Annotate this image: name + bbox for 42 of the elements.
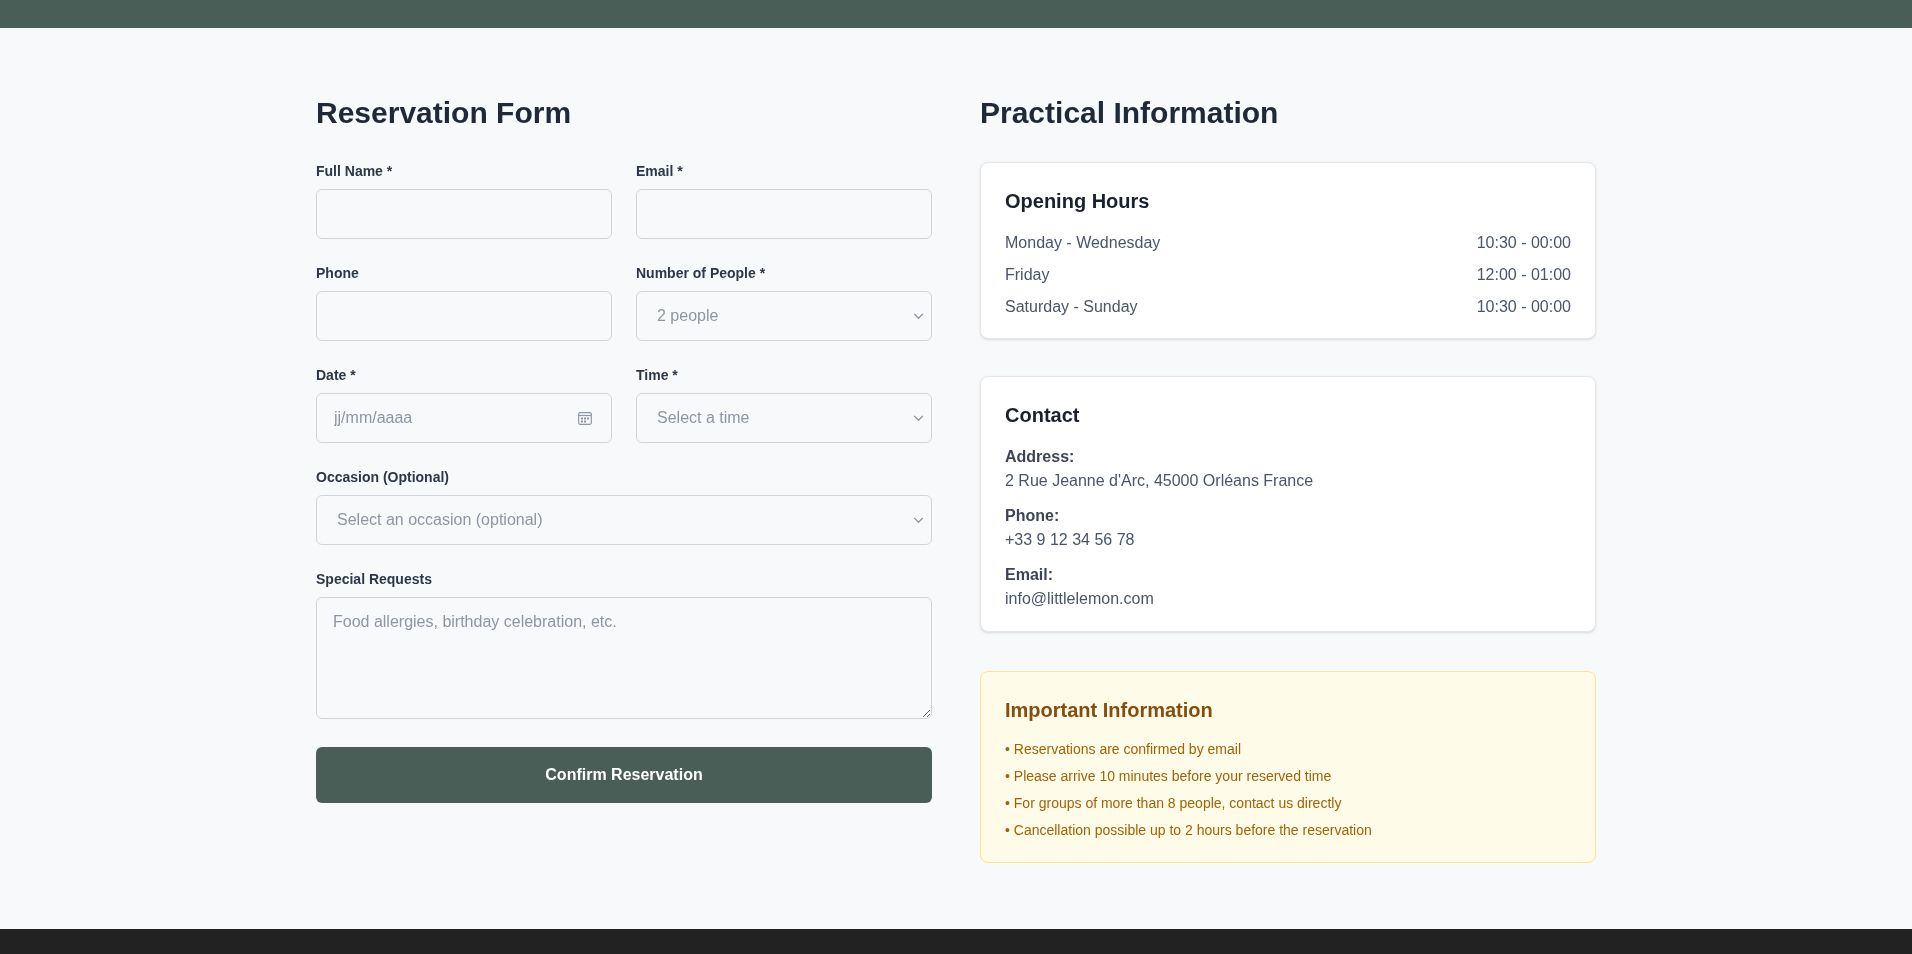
field-label: Time * (636, 366, 679, 385)
contact-value: 2 Rue Jeanne d'Arc, 45000 Orléans France (1005, 471, 1315, 491)
text-area-field[interactable]: Food allergies, birthday celebration, etc. (316, 597, 932, 719)
section-heading: Practical Information (980, 95, 1280, 131)
field-label: Phone (316, 264, 360, 283)
section-heading: Reservation Form (316, 95, 573, 131)
date-field[interactable]: jj/mm/aaaa (316, 393, 612, 443)
contact-value: +33 9 12 34 56 78 (1005, 530, 1136, 550)
hours-text: 10:30 - 00:00 (1476, 297, 1571, 317)
chevron-down-icon (913, 415, 924, 422)
days-text: Monday - Wednesday (1005, 233, 1161, 253)
field-label: Date * (316, 366, 357, 385)
hours-text: 10:30 - 00:00 (1476, 233, 1571, 253)
field-label: Special Requests (316, 570, 433, 589)
field-label: Email * (636, 162, 684, 181)
contact-label: Phone: (1005, 506, 1061, 526)
card-title: Contact (1005, 403, 1081, 428)
field-label: Number of People * (636, 264, 767, 283)
chevron-down-icon (913, 313, 924, 320)
chevron-down-icon (913, 517, 924, 524)
card-title: Important Information (1005, 698, 1214, 723)
input-field[interactable] (316, 291, 612, 341)
dropdown-field[interactable]: Select a time (636, 393, 932, 443)
dropdown-field[interactable]: 2 people (636, 291, 932, 341)
contact-label: Email: (1005, 565, 1054, 585)
days-text: Saturday - Sunday (1005, 297, 1138, 317)
notice-item: • Cancellation possible up to 2 hours before the reservation (1005, 821, 1373, 840)
days-text: Friday (1005, 265, 1050, 285)
notice-item: • Please arrive 10 minutes before your reserved time (1005, 767, 1333, 786)
input-field[interactable] (316, 189, 612, 239)
hours-text: 12:00 - 01:00 (1476, 265, 1571, 285)
calendar-icon (578, 411, 592, 425)
contact-label: Address: (1005, 447, 1076, 467)
notice-item: • For groups of more than 8 people, contact us directly (1005, 794, 1343, 813)
field-label: Full Name * (316, 162, 394, 181)
notice-item: • Reservations are confirmed by email (1005, 740, 1242, 759)
submit-button[interactable]: Confirm Reservation (316, 747, 932, 803)
dropdown-field[interactable]: Select an occasion (optional) (316, 495, 932, 545)
card-title: Opening Hours (1005, 189, 1151, 214)
field-label: Occasion (Optional) (316, 468, 450, 487)
contact-value: info@littlelemon.com (1005, 589, 1155, 609)
input-field[interactable] (636, 189, 932, 239)
